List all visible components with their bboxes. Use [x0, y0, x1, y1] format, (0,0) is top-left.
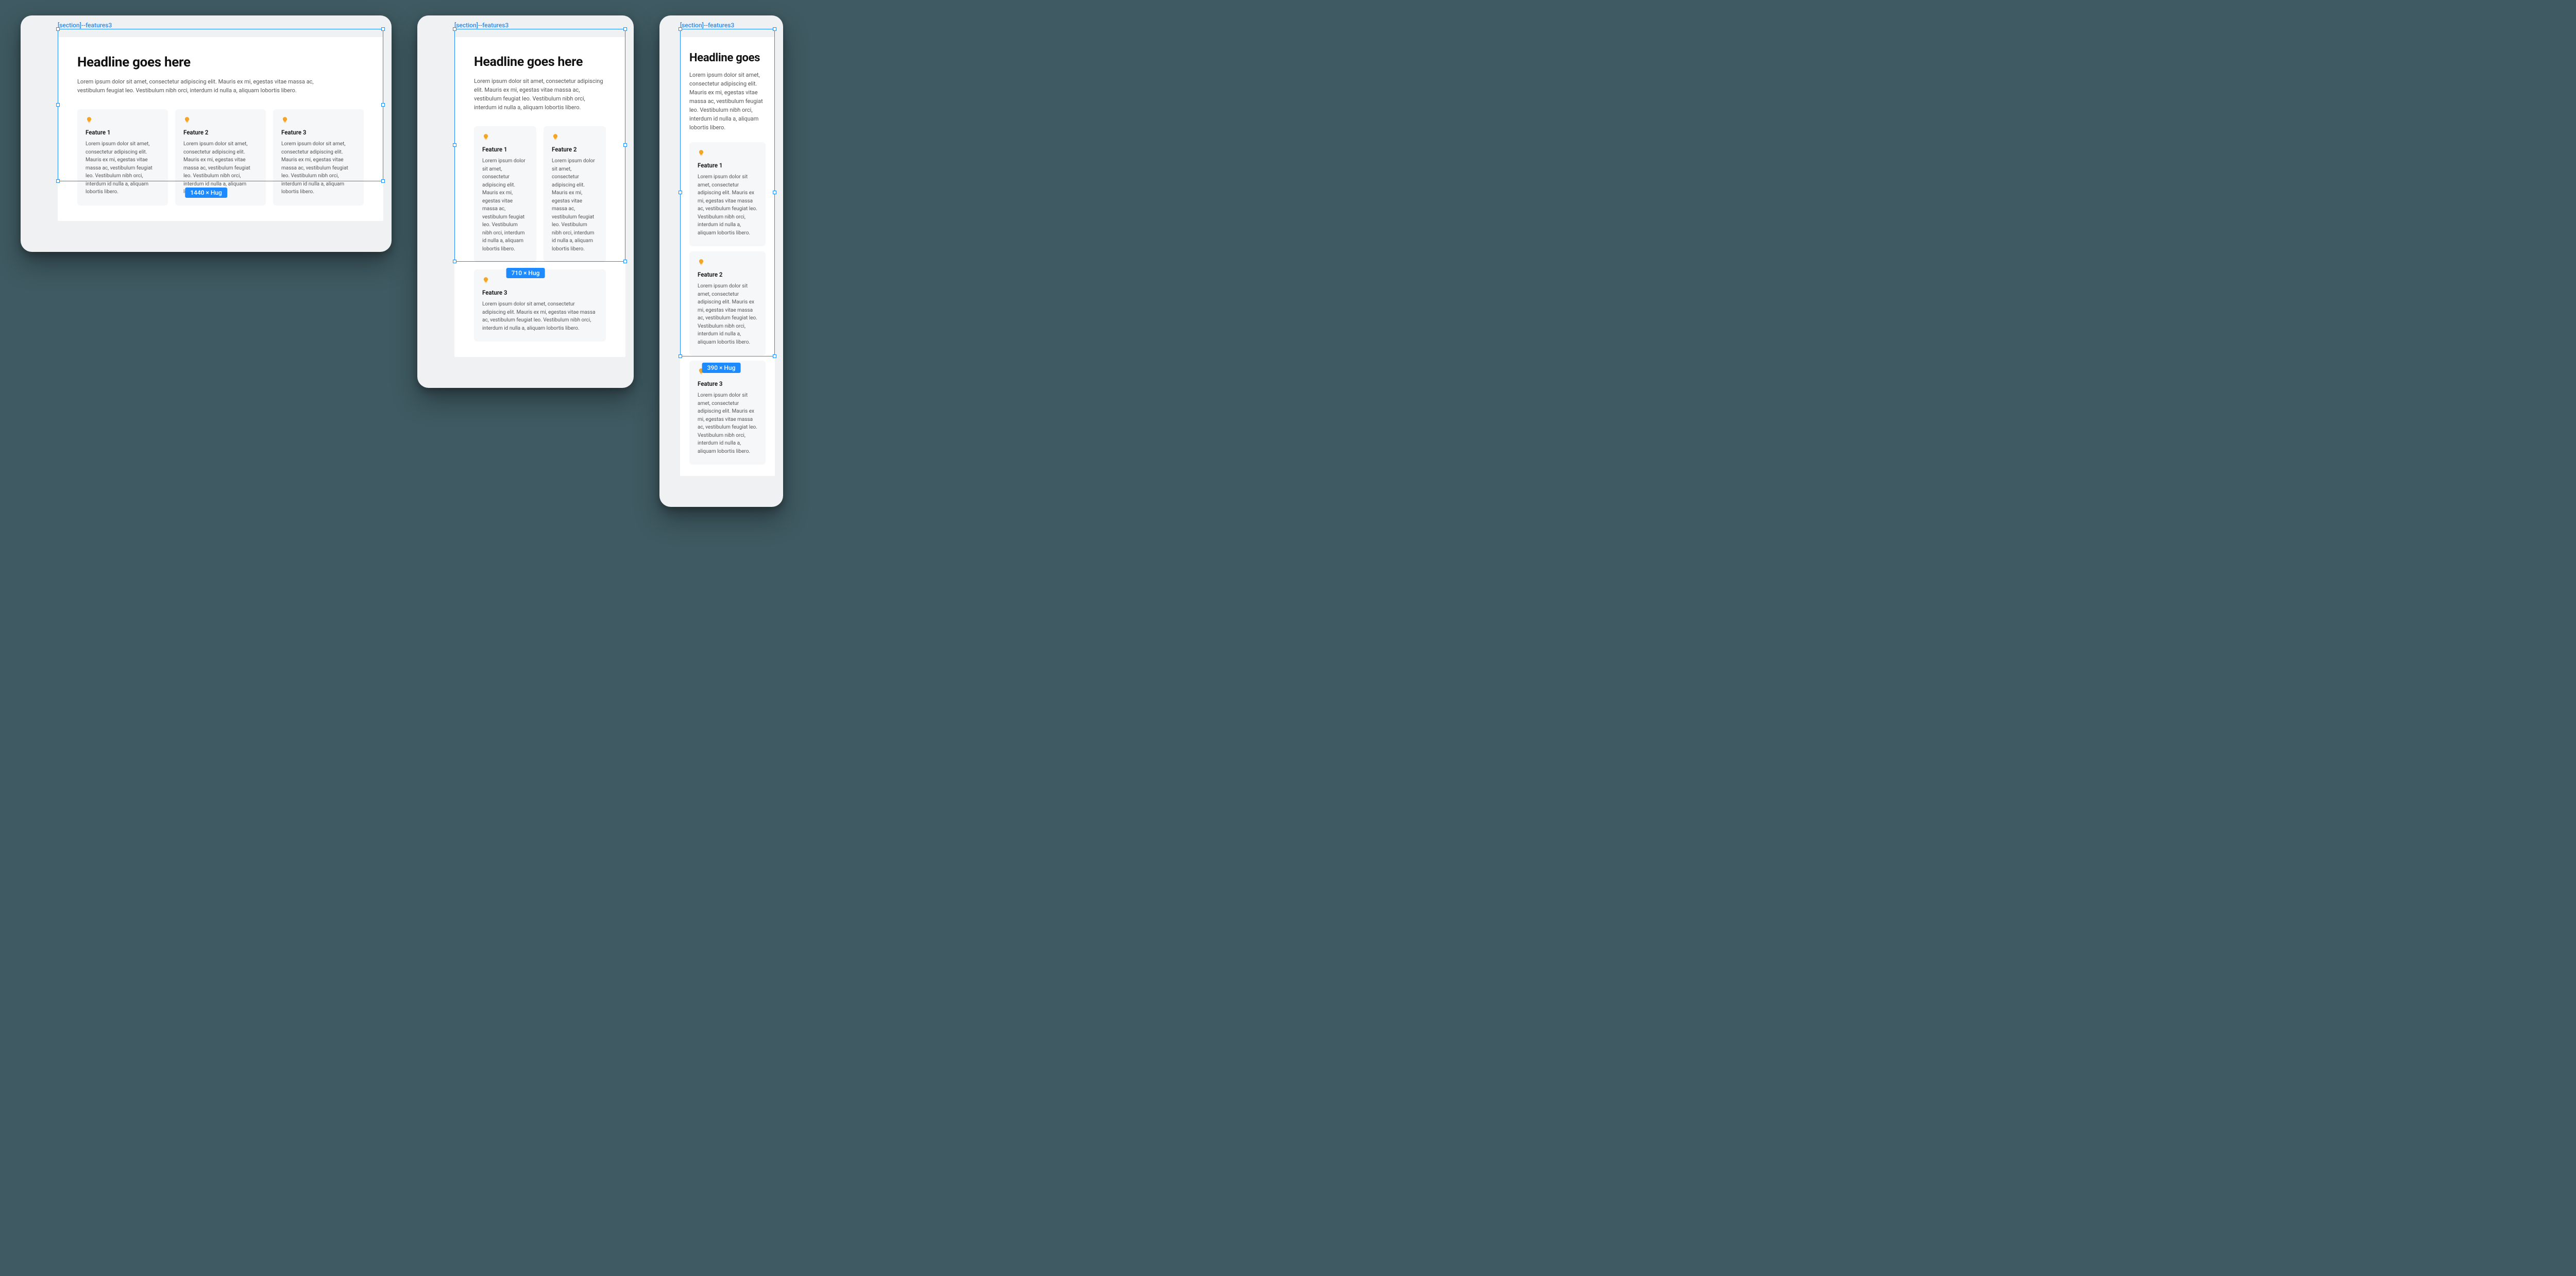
- features-section[interactable]: Headline goes here Lorem ipsum dolor sit…: [454, 37, 625, 357]
- feature-card[interactable]: Feature 3 Lorem ipsum dolor sit amet, co…: [689, 361, 766, 465]
- frame-label[interactable]: [section]--features3: [454, 22, 509, 29]
- feature-title: Feature 3: [698, 380, 757, 387]
- dimension-badge[interactable]: 390 × Hug: [702, 363, 741, 373]
- feature-title: Feature 1: [698, 162, 757, 169]
- feature-title: Feature 2: [552, 146, 598, 153]
- resize-handle-tr[interactable]: [623, 27, 627, 31]
- feature-title: Feature 1: [482, 146, 528, 153]
- feature-title: Feature 2: [183, 129, 258, 136]
- artboard-desktop[interactable]: [section]--features3 1440 × Hug Headline…: [21, 15, 392, 252]
- section-subhead: Lorem ipsum dolor sit amet, consectetur …: [689, 71, 766, 132]
- feature-card[interactable]: Feature 1 Lorem ipsum dolor sit amet, co…: [689, 142, 766, 246]
- feature-title: Feature 3: [281, 129, 355, 136]
- feature-cards: Feature 1 Lorem ipsum dolor sit amet, co…: [689, 142, 766, 465]
- feature-card[interactable]: Feature 1 Lorem ipsum dolor sit amet, co…: [77, 109, 168, 206]
- feature-body: Lorem ipsum dolor sit amet, consectetur …: [698, 282, 757, 346]
- dimension-badge[interactable]: 710 × Hug: [506, 268, 545, 278]
- feature-title: Feature 1: [86, 129, 160, 136]
- section-subhead: Lorem ipsum dolor sit amet, consectetur …: [77, 77, 314, 95]
- dimension-badge[interactable]: 1440 × Hug: [185, 188, 227, 198]
- feature-body: Lorem ipsum dolor sit amet, consectetur …: [482, 157, 528, 253]
- lightbulb-icon: [552, 133, 559, 141]
- features-section[interactable]: Headline goes Lorem ipsum dolor sit amet…: [680, 37, 775, 476]
- feature-body: Lorem ipsum dolor sit amet, consectetur …: [698, 392, 757, 455]
- artboard-tablet[interactable]: [section]--features3 710 × Hug Headline …: [417, 15, 634, 388]
- section-subhead: Lorem ipsum dolor sit amet, consectetur …: [474, 77, 606, 112]
- artboard-mobile[interactable]: [section]--features3 390 × Hug Headline …: [659, 15, 783, 507]
- lightbulb-icon: [183, 116, 191, 124]
- lightbulb-icon: [698, 259, 705, 266]
- frame-label[interactable]: [section]--features3: [58, 22, 112, 29]
- feature-body: Lorem ipsum dolor sit amet, consectetur …: [552, 157, 598, 253]
- feature-card[interactable]: Feature 2 Lorem ipsum dolor sit amet, co…: [689, 251, 766, 355]
- feature-title: Feature 3: [482, 289, 598, 296]
- section-headline: Headline goes: [689, 52, 766, 64]
- feature-card[interactable]: Feature 3 Lorem ipsum dolor sit amet, co…: [474, 269, 606, 342]
- feature-body: Lorem ipsum dolor sit amet, consectetur …: [281, 140, 355, 196]
- resize-handle-tr[interactable]: [381, 27, 385, 31]
- feature-body: Lorem ipsum dolor sit amet, consectetur …: [482, 300, 598, 332]
- feature-card[interactable]: Feature 3 Lorem ipsum dolor sit amet, co…: [273, 109, 364, 206]
- frame-label[interactable]: [section]--features3: [680, 22, 734, 29]
- lightbulb-icon: [281, 116, 289, 124]
- feature-card[interactable]: Feature 2 Lorem ipsum dolor sit amet, co…: [544, 126, 606, 262]
- feature-card[interactable]: Feature 1 Lorem ipsum dolor sit amet, co…: [474, 126, 536, 262]
- feature-title: Feature 2: [698, 271, 757, 278]
- section-headline: Headline goes here: [77, 55, 364, 70]
- lightbulb-icon: [698, 149, 705, 157]
- resize-handle-tr[interactable]: [773, 27, 776, 31]
- feature-cards: Feature 1 Lorem ipsum dolor sit amet, co…: [474, 126, 606, 342]
- feature-body: Lorem ipsum dolor sit amet, consectetur …: [86, 140, 160, 196]
- feature-body: Lorem ipsum dolor sit amet, consectetur …: [698, 173, 757, 237]
- lightbulb-icon: [86, 116, 93, 124]
- lightbulb-icon: [482, 277, 489, 284]
- lightbulb-icon: [482, 133, 489, 141]
- section-headline: Headline goes here: [474, 55, 606, 70]
